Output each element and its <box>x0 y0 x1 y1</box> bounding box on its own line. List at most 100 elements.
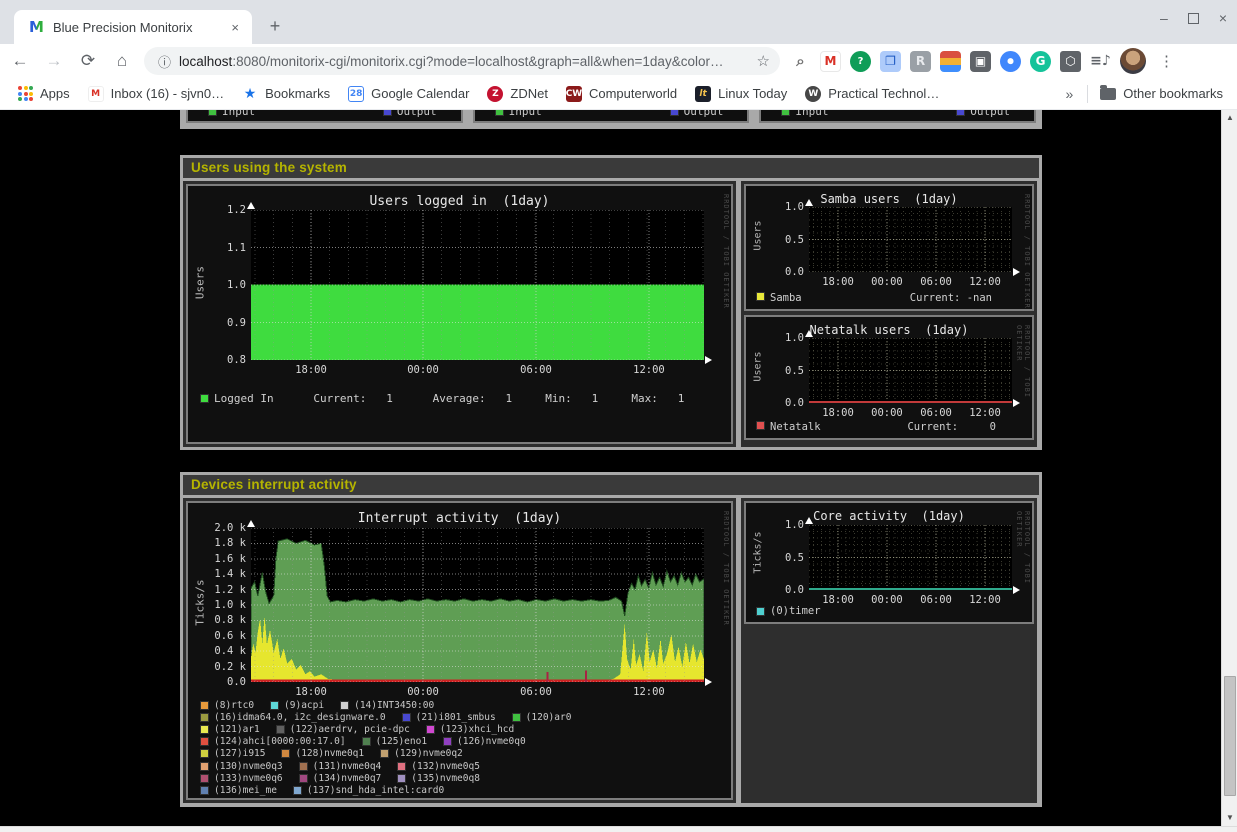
x-tick-label: 00:00 <box>401 364 445 376</box>
interrupt-legend: (8)rtc0(9)acpi(14)INT3450:00(16)idma64.0… <box>200 699 587 797</box>
y-tick-label: 1.1 <box>194 242 246 254</box>
y-tick-label: 0.2 k <box>194 661 246 673</box>
playlist-icon[interactable]: ≡♪ <box>1090 51 1111 72</box>
network-graphs-row-cutoff: Input Output Input Output Input Output <box>180 110 1042 129</box>
window-minimize-button[interactable]: – <box>1160 8 1168 28</box>
grammarly-icon[interactable]: G <box>1030 51 1051 72</box>
page-info-icon[interactable]: ⓘ <box>158 52 171 71</box>
bookmark-inbox[interactable]: M Inbox (16) - sjvn0… <box>88 86 224 102</box>
scroll-up-icon[interactable]: ▲ <box>1222 110 1237 126</box>
bookmark-computerworld[interactable]: CW Computerworld <box>566 86 677 102</box>
network-graph-1[interactable]: Input Output <box>186 110 463 123</box>
legend-item: (14)INT3450:00 <box>340 700 434 711</box>
reading-extension-icon[interactable]: R <box>910 51 931 72</box>
x-tick-label: 12:00 <box>627 686 671 698</box>
scroll-down-icon[interactable]: ▼ <box>1222 810 1237 826</box>
url-text: localhost:8080/monitorix-cgi/monitorix.c… <box>179 54 751 69</box>
y-tick-label: 1.0 <box>194 279 246 291</box>
browser-window: M Blue Precision Monitorix × + – × ← → ⟳… <box>0 0 1237 832</box>
plot-area <box>251 528 704 682</box>
x-axis-arrow <box>1013 586 1020 594</box>
keeper-icon[interactable]: ▣ <box>970 51 991 72</box>
y-tick-label: 0.8 <box>194 354 246 366</box>
x-axis-arrow <box>705 678 712 686</box>
samba-users-graph[interactable]: Samba users (1day) RRDTOOL / TOBI OETIKE… <box>744 184 1034 311</box>
y-tick-label: 0.5 <box>752 234 804 246</box>
y-tick-label: 1.0 <box>752 201 804 213</box>
bookmarks-bar: Apps M Inbox (16) - sjvn0… ★ Bookmarks 2… <box>0 78 1237 110</box>
y-axis-arrow <box>247 202 255 209</box>
extensions-puzzle-icon[interactable]: ⬡ <box>1060 51 1081 72</box>
legend-item: (128)nvme0q1 <box>281 748 364 759</box>
legend-item: (123)xhci_hcd <box>426 724 514 735</box>
gmail-icon[interactable]: M <box>820 51 841 72</box>
y-tick-label: 1.0 <box>752 332 804 344</box>
x-tick-label: 06:00 <box>914 594 958 606</box>
window-maximize-button[interactable] <box>1188 13 1199 24</box>
copy-pages-icon[interactable]: ❐ <box>880 51 901 72</box>
bookmark-star-icon[interactable]: ☆ <box>757 52 770 70</box>
bookmarks-overflow-chevron[interactable]: » <box>1066 86 1074 102</box>
reload-icon[interactable]: ⟳ <box>74 47 102 75</box>
network-graph-3[interactable]: Input Output <box>759 110 1036 123</box>
legend-item: (125)eno1 <box>362 736 427 747</box>
tab-title: Blue Precision Monitorix <box>53 20 226 35</box>
x-tick-label: 00:00 <box>865 276 909 288</box>
bookmark-google-calendar[interactable]: 28 Google Calendar <box>348 86 469 102</box>
bookmarks-divider <box>1087 85 1088 103</box>
plot-area <box>809 338 1012 403</box>
browser-toolbar: ← → ⟳ ⌂ ⓘ localhost:8080/monitorix-cgi/m… <box>0 44 1237 78</box>
horizontal-scrollbar[interactable] <box>0 826 1237 832</box>
chart-legend: Logged In Current: 1 Average: 1 Min: 1 M… <box>200 392 684 405</box>
apps-grid-icon <box>18 86 33 101</box>
back-icon[interactable]: ← <box>6 47 34 75</box>
home-icon[interactable]: ⌂ <box>108 47 136 75</box>
google-voice-icon[interactable]: ? <box>850 51 871 72</box>
search-icon[interactable]: ⌕ <box>790 51 811 72</box>
forward-icon[interactable]: → <box>40 47 68 75</box>
section-devices-title: Devices interrupt activity <box>183 475 1039 495</box>
window-close-button[interactable]: × <box>1219 8 1227 28</box>
x-axis-arrow <box>1013 268 1020 276</box>
legend-item: (124)ahci[0000:00:17.0] <box>200 736 346 747</box>
y-tick-label: 1.8 k <box>194 537 246 549</box>
y-axis-arrow <box>247 520 255 527</box>
section-devices: Devices interrupt activity Interrupt act… <box>180 472 1042 807</box>
browser-menu-icon[interactable]: ⋮ <box>1155 52 1178 70</box>
profile-avatar[interactable] <box>1120 48 1146 74</box>
other-bookmarks[interactable]: Other bookmarks <box>1100 86 1223 101</box>
folder-icon <box>1100 88 1116 100</box>
bookmark-apps[interactable]: Apps <box>18 86 70 101</box>
bookmark-practical-technology[interactable]: W Practical Technol… <box>805 86 939 102</box>
y-tick-label: 1.0 k <box>194 599 246 611</box>
bookmark-zdnet[interactable]: Z ZDNet <box>487 86 548 102</box>
new-tab-button[interactable]: + <box>262 14 288 40</box>
chart-title: Interrupt activity (1day) <box>188 511 731 526</box>
section-users: Users using the system Users logged in (… <box>180 155 1042 450</box>
wordpress-icon: W <box>805 86 821 102</box>
y-tick-label: 1.0 <box>752 519 804 531</box>
tab-close-icon[interactable]: × <box>226 18 244 37</box>
users-logged-in-graph[interactable]: Users logged in (1day) RRDTOOL / TOBI OE… <box>186 184 733 444</box>
chart-legend: Samba Current: -nan <box>756 292 992 304</box>
books-stack-icon[interactable] <box>940 51 961 72</box>
x-axis-arrow <box>1013 399 1020 407</box>
active-tab[interactable]: M Blue Precision Monitorix × <box>14 10 252 44</box>
legend-item: (130)nvme0q3 <box>200 761 283 772</box>
network-graph-2[interactable]: Input Output <box>473 110 750 123</box>
scrollbar-thumb[interactable] <box>1224 676 1236 796</box>
y-tick-label: 0.0 <box>752 397 804 409</box>
chart-legend: (0)timer <box>756 605 821 617</box>
netatalk-users-graph[interactable]: Netatalk users (1day) RRDTOOL / TOBI OET… <box>744 315 1034 440</box>
legend-item: (21)i801_smbus <box>402 712 496 723</box>
bookmark-bookmarks[interactable]: ★ Bookmarks <box>242 86 330 102</box>
legend-item: (133)nvme0q6 <box>200 773 283 784</box>
interrupt-activity-graph[interactable]: Interrupt activity (1day) RRDTOOL / TOBI… <box>186 501 733 800</box>
legend-item: (120)ar0 <box>512 712 572 723</box>
x-tick-label: 12:00 <box>963 594 1007 606</box>
bookmark-linux-today[interactable]: lt Linux Today <box>695 86 787 102</box>
zoom-camera-icon[interactable]: ⏺ <box>1000 51 1021 72</box>
vertical-scrollbar[interactable]: ▲ ▼ <box>1221 110 1237 826</box>
core-activity-graph[interactable]: Core activity (1day) RRDTOOL / TOBI OETI… <box>744 501 1034 624</box>
address-bar[interactable]: ⓘ localhost:8080/monitorix-cgi/monitorix… <box>144 47 780 75</box>
